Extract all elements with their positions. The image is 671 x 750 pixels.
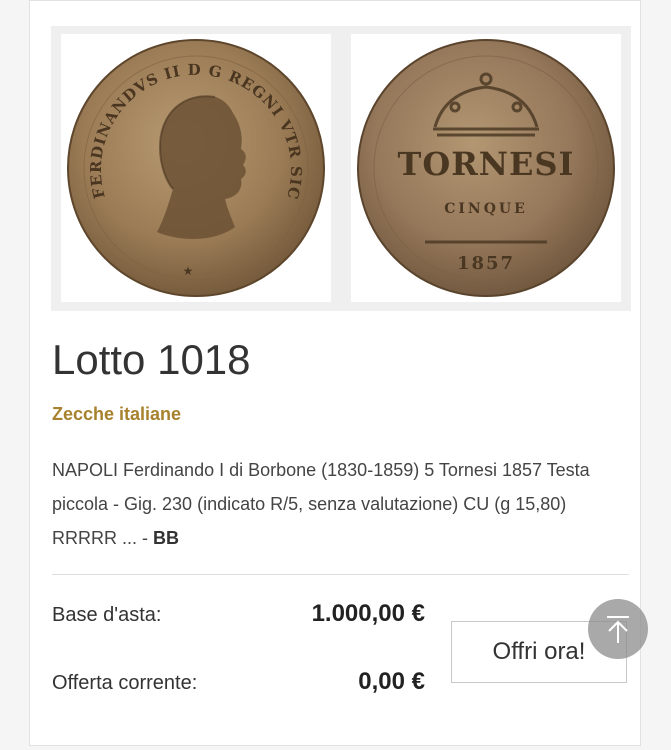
coin-reverse-svg: TORNESI CINQUE 1857 — [357, 39, 615, 297]
coin-images: FERDINANDVS II D G REGNI VTR SIC ET HIER… — [51, 26, 631, 311]
arrow-up-to-line-icon — [607, 616, 629, 643]
reverse-year: 1857 — [457, 253, 515, 274]
base-price-value: 1.000,00 € — [311, 600, 425, 627]
current-offer-value: 0,00 € — [358, 668, 425, 695]
lot-grade: BB — [153, 528, 179, 548]
reverse-value: CINQUE — [444, 201, 528, 217]
reverse-word: TORNESI — [398, 145, 575, 183]
coin-reverse-image[interactable]: TORNESI CINQUE 1857 — [351, 34, 621, 302]
base-price-label: Base d'asta: — [52, 604, 162, 626]
current-offer-label: Offerta corrente: — [52, 672, 198, 694]
coin-obverse-svg: FERDINANDVS II D G REGNI VTR SIC ET HIER… — [65, 37, 325, 297]
lot-title: Lotto 1018 — [52, 336, 251, 383]
lot-description-text: NAPOLI Ferdinando I di Borbone (1830-185… — [52, 460, 590, 548]
lot-card: FERDINANDVS II D G REGNI VTR SIC ET HIER… — [29, 0, 641, 746]
scroll-to-top-button[interactable] — [588, 599, 648, 659]
svg-text:★: ★ — [183, 264, 194, 278]
lot-category[interactable]: Zecche italiane — [52, 404, 181, 426]
lot-description: NAPOLI Ferdinando I di Borbone (1830-185… — [52, 453, 612, 555]
coin-obverse-image[interactable]: FERDINANDVS II D G REGNI VTR SIC ET HIER… — [61, 34, 331, 302]
divider — [52, 574, 629, 575]
